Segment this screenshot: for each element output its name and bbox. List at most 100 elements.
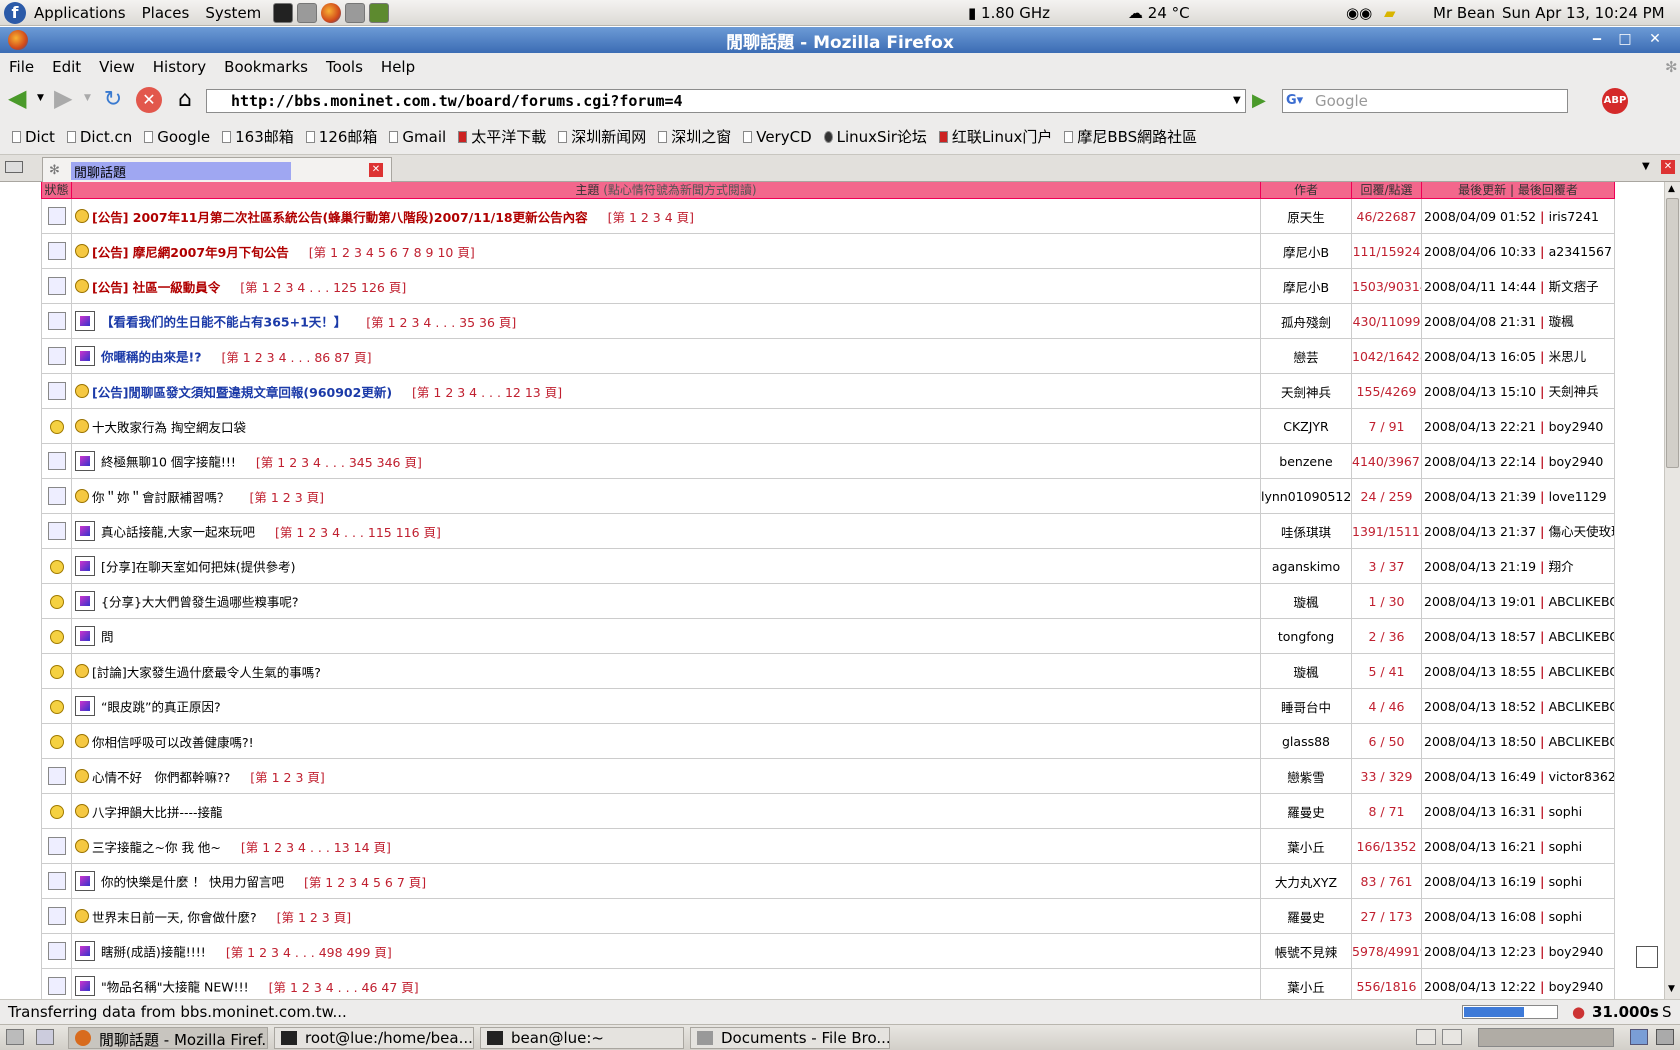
mood-icon[interactable] [75, 384, 89, 398]
task-terminal-bean[interactable]: bean@lue:~ [480, 1027, 684, 1049]
mood-icon[interactable] [75, 244, 89, 258]
thread-image-icon[interactable] [75, 556, 95, 576]
thread-image-icon[interactable] [75, 941, 95, 961]
thread-title-link[interactable]: [公告]閒聊區發文須知暨違規文章回報(960902更新) [92, 385, 392, 400]
last-poster-link[interactable]: victor83627 [1549, 769, 1614, 784]
tomboy-icon[interactable] [36, 1029, 54, 1045]
page-links[interactable]: [第 1 2 3 頁] [277, 910, 352, 925]
forward-dropdown-icon[interactable]: ▼ [84, 93, 91, 103]
author-cell[interactable]: 葉小丘 [1260, 828, 1352, 864]
bookmark-item[interactable]: 深圳之窗 [658, 126, 731, 147]
task-terminal-root[interactable]: root@lue:/home/bea... [274, 1027, 474, 1049]
author-cell[interactable]: 羅曼史 [1260, 793, 1352, 829]
workspace-switcher[interactable] [1478, 1028, 1614, 1047]
bookmark-item[interactable]: 摩尼BBS網路社區 [1064, 126, 1197, 147]
author-cell[interactable]: lynn01090512 [1260, 478, 1352, 514]
page-links[interactable]: [第 1 2 3 4 . . . 13 14 頁] [241, 840, 391, 855]
workspace-2[interactable] [1442, 1029, 1462, 1045]
url-dropdown-icon[interactable]: ▼ [1233, 95, 1241, 106]
menu-tools[interactable]: Tools [317, 58, 372, 76]
thread-image-icon[interactable] [75, 451, 95, 471]
notes-applet-icon[interactable]: ▰ [1384, 4, 1396, 22]
thread-title-link[interactable]: [討論]大家發生過什麼最令人生氣的事嗎? [92, 665, 321, 680]
author-cell[interactable]: tongfong [1260, 618, 1352, 654]
stop-button[interactable]: ✕ [136, 87, 162, 113]
thread-image-icon[interactable] [75, 311, 95, 331]
mood-icon[interactable] [75, 209, 89, 223]
last-poster-link[interactable]: sophi [1549, 909, 1583, 924]
menu-view[interactable]: View [90, 58, 144, 76]
page-links[interactable]: [第 1 2 3 4 . . . 115 116 頁] [275, 525, 441, 540]
home-button[interactable]: ⌂ [172, 87, 198, 113]
last-poster-link[interactable]: iris7241 [1549, 209, 1599, 224]
adblock-plus-icon[interactable]: ABP [1602, 88, 1628, 114]
thread-image-icon[interactable] [75, 696, 95, 716]
author-cell[interactable]: 孤舟殘劍 [1260, 303, 1352, 339]
terminal-launcher-icon[interactable] [273, 2, 294, 23]
thread-title-link[interactable]: 你相信呼吸可以改善健康嗎?! [92, 735, 254, 750]
page-links[interactable]: [第 1 2 3 4 . . . 35 36 頁] [366, 315, 516, 330]
last-poster-link[interactable]: 傷心天使玫瑰 [1549, 524, 1614, 539]
author-cell[interactable]: 哇係琪琪 [1260, 513, 1352, 549]
minimize-button[interactable]: ‒ [1586, 31, 1608, 49]
thread-title-link[interactable]: 終極無聊10 個字接龍!!! [101, 455, 236, 470]
back-dropdown-icon[interactable]: ▼ [37, 93, 44, 103]
thread-title-link[interactable]: 心情不好 你們都幹嘛?? [92, 770, 230, 785]
page-links[interactable]: [第 1 2 3 頁] [250, 770, 325, 785]
last-poster-link[interactable]: 天劍神兵 [1549, 384, 1599, 399]
bookmark-item[interactable]: 太平洋下載 [458, 126, 546, 147]
page-links[interactable]: [第 1 2 3 頁] [250, 490, 325, 505]
scroll-down-icon[interactable]: ▼ [1668, 984, 1675, 994]
author-cell[interactable]: 帳號不見辣 [1260, 933, 1352, 969]
author-cell[interactable]: glass88 [1260, 723, 1352, 759]
system-menu[interactable]: System [197, 4, 269, 22]
firefox-launcher-icon[interactable] [321, 2, 342, 23]
back-button[interactable]: ◀ [8, 86, 34, 113]
last-poster-link[interactable]: love1129 [1549, 489, 1607, 504]
thread-title-link[interactable]: 瞎掰(成語)接龍!!!! [101, 945, 206, 960]
thread-title-link[interactable]: [分享]在聊天室如何把妹(提供參考) [101, 560, 296, 575]
fedora-logo-icon[interactable]: f [4, 1, 26, 24]
status-s-label[interactable]: S [1662, 1003, 1672, 1021]
forward-button[interactable]: ▶ [54, 86, 80, 113]
mood-icon[interactable] [75, 734, 89, 748]
thread-title-link[interactable]: {分享}大大們曾發生過哪些糗事呢? [101, 595, 299, 610]
trash-icon[interactable] [1630, 1029, 1648, 1045]
new-tab-icon[interactable] [5, 161, 23, 173]
thread-title-link[interactable]: [公告] 社區一級動員令 [92, 280, 220, 295]
reload-button[interactable]: ↻ [100, 87, 126, 113]
bookmark-item[interactable]: 126邮箱 [305, 126, 377, 147]
show-desktop-icon[interactable] [6, 1029, 24, 1045]
search-input[interactable]: Google [1282, 89, 1568, 113]
monitor-icon[interactable] [1656, 1029, 1674, 1045]
author-cell[interactable]: 大力丸XYZ [1260, 863, 1352, 899]
bookmark-item[interactable]: Dict.cn [66, 128, 132, 146]
author-cell[interactable]: 羅曼史 [1260, 898, 1352, 934]
thread-title-link[interactable]: 十大敗家行為 掏空網友口袋 [92, 420, 246, 435]
thread-title-link[interactable]: 八字押韻大比拼----接龍 [92, 805, 223, 820]
author-cell[interactable]: CKZJYR [1260, 408, 1352, 444]
page-links[interactable]: [第 1 2 3 4 . . . 125 126 頁] [240, 280, 406, 295]
last-poster-link[interactable]: 翔介 [1549, 559, 1574, 574]
bookmark-item[interactable]: LinuxSir论坛 [823, 126, 927, 147]
author-cell[interactable]: 原天生 [1260, 198, 1352, 234]
page-links[interactable]: [第 1 2 3 4 5 6 7 8 9 10 頁] [309, 245, 475, 260]
user-name[interactable]: Mr Bean [1433, 4, 1495, 22]
places-menu[interactable]: Places [134, 4, 198, 22]
task-file-browser[interactable]: Documents - File Bro... [690, 1027, 890, 1049]
weather-applet[interactable]: ☁ 24 °C [1128, 4, 1190, 22]
last-poster-link[interactable]: a2341567 [1549, 244, 1612, 259]
last-poster-link[interactable]: 米思儿 [1549, 349, 1587, 364]
thread-title-link[interactable]: 你暱稱的由來是!? [101, 350, 201, 365]
last-poster-link[interactable]: sophi [1549, 839, 1583, 854]
last-poster-link[interactable]: ABCLIKEBOY [1549, 594, 1614, 609]
mood-icon[interactable] [75, 419, 89, 433]
bookmark-item[interactable]: 163邮箱 [222, 126, 294, 147]
thread-image-icon[interactable] [75, 346, 95, 366]
thread-title-link[interactable]: 【看看我们的生日能不能占有365+1天！】 [101, 315, 346, 330]
mood-icon[interactable] [75, 909, 89, 923]
firefox-window-icon[interactable] [8, 30, 28, 50]
maximize-button[interactable]: □ [1614, 31, 1636, 49]
bookmark-item[interactable]: Google [144, 128, 210, 146]
printer-launcher-icon[interactable] [345, 2, 366, 23]
